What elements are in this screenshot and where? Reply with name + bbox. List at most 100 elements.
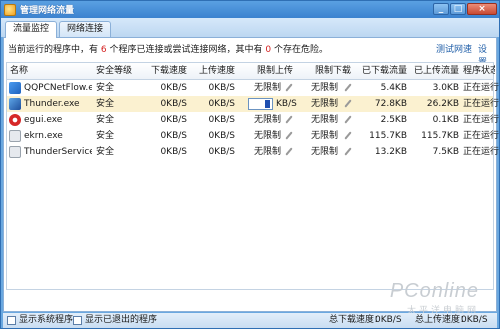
window-controls: _ □ × [433, 3, 497, 15]
table-row[interactable]: egui.exe 安全 0KB/S 0KB/S 无限制 无限制 2.5KB 0.… [7, 112, 499, 128]
edit-download-limit-icon[interactable] [344, 84, 352, 92]
limit-upload-value: 无限制 [253, 147, 281, 157]
uploaded-total: 7.5KB [432, 147, 459, 157]
col-header-downloaded[interactable]: 已下载流量 [355, 63, 407, 79]
limit-download-value: 无限制 [310, 83, 338, 93]
total-download-value: 0KB/S [375, 315, 402, 325]
process-name: ekrn.exe [24, 131, 63, 141]
program-status: 正在运行 [463, 99, 500, 109]
col-header-status[interactable]: 程序状态 [463, 63, 495, 79]
ekrn-icon [9, 130, 21, 142]
upload-limit-unit: KB/S [276, 99, 297, 109]
show-system-label[interactable]: 显示系统程序 [19, 313, 73, 328]
edit-download-limit-icon[interactable] [344, 100, 352, 108]
col-header-download-speed[interactable]: 下载速度 [143, 63, 187, 79]
text-caret [265, 100, 270, 108]
limit-download-value: 无限制 [310, 147, 338, 157]
table-row[interactable]: QQPCNetFlow.exe 安全 0KB/S 0KB/S 无限制 无限制 5… [7, 80, 499, 96]
uploaded-total: 115.7KB [421, 131, 459, 141]
show-exited-checkbox[interactable] [73, 316, 82, 325]
show-exited-label[interactable]: 显示已退出的程序 [85, 313, 157, 328]
process-table: 名称 安全等级 下载速度 上传速度 限制上传 限制下载 已下载流量 已上传流量 … [6, 62, 499, 316]
uploaded-total: 0.1KB [432, 115, 459, 125]
security-level: 安全 [96, 115, 115, 125]
uploaded-total: 26.2KB [426, 99, 459, 109]
col-header-limit-download[interactable]: 限制下载 [304, 63, 351, 79]
limit-download-value: 无限制 [310, 131, 338, 141]
watermark: PConline 太平洋电脑网 [390, 280, 479, 316]
program-status: 正在运行 [463, 115, 500, 125]
limit-upload-value: 无限制 [253, 115, 281, 125]
downloaded-total: 115.7KB [369, 131, 407, 141]
thunderservice-icon [9, 146, 21, 158]
info-bar: 当前运行的程序中，有 6 个程序已连接或尝试连接网络，其中有 0 个存在危险。 … [8, 42, 494, 68]
info-text-prefix: 当前运行的程序中，有 [8, 45, 99, 55]
table-row-selected[interactable]: Thunder.exe 安全 0KB/S 0KB/S KB/S 无限制 72.8… [7, 96, 499, 112]
downloaded-total: 13.2KB [374, 147, 407, 157]
maximize-button[interactable]: □ [450, 3, 466, 15]
col-header-name[interactable]: 名称 [10, 63, 90, 79]
security-level: 安全 [96, 147, 115, 157]
upload-speed: 0KB/S [208, 83, 235, 93]
app-window: 管理网络流量 _ □ × 流量监控 网络连接 当前运行的程序中，有 6 个程序已… [0, 0, 500, 329]
total-upload-value: 0KB/S [461, 315, 488, 325]
title-bar[interactable]: 管理网络流量 _ □ × [1, 1, 499, 18]
download-speed: 0KB/S [160, 147, 187, 157]
upload-limit-input[interactable] [248, 98, 273, 110]
security-level: 安全 [96, 83, 115, 93]
security-level: 安全 [96, 99, 115, 109]
main-panel: 当前运行的程序中，有 6 个程序已连接或尝试连接网络，其中有 0 个存在危险。 … [3, 37, 499, 316]
info-text-suffix: 个存在危险。 [274, 45, 329, 55]
process-name: ThunderService... [24, 147, 92, 157]
uploaded-total: 3.0KB [432, 83, 459, 93]
app-logo-icon [4, 3, 16, 16]
info-text-middle: 个程序已连接或尝试连接网络，其中有 [109, 45, 263, 55]
process-name: Thunder.exe [24, 99, 80, 109]
program-status: 正在运行 [463, 83, 500, 93]
limit-download-value: 无限制 [310, 115, 338, 125]
download-speed: 0KB/S [160, 115, 187, 125]
edit-upload-limit-icon[interactable] [285, 148, 293, 156]
col-header-upload-speed[interactable]: 上传速度 [191, 63, 235, 79]
danger-count: 0 [265, 45, 272, 55]
minimize-button[interactable]: _ [433, 3, 449, 15]
show-system-checkbox[interactable] [7, 316, 16, 325]
limit-download-value: 无限制 [310, 99, 338, 109]
program-status: 正在运行 [463, 147, 500, 157]
tab-traffic-monitor[interactable]: 流量监控 [5, 21, 58, 38]
security-level: 安全 [96, 131, 115, 141]
edit-download-limit-icon[interactable] [344, 132, 352, 140]
edit-upload-limit-icon[interactable] [285, 116, 293, 124]
window-title: 管理网络流量 [20, 6, 75, 16]
upload-speed: 0KB/S [208, 115, 235, 125]
tab-bar: 流量监控 网络连接 [1, 18, 499, 38]
limit-upload-value: 无限制 [253, 131, 281, 141]
col-header-uploaded[interactable]: 已上传流量 [409, 63, 459, 79]
upload-speed: 0KB/S [208, 147, 235, 157]
download-speed: 0KB/S [160, 83, 187, 93]
speed-test-link[interactable]: 测试网速 [436, 42, 472, 55]
downloaded-total: 5.4KB [380, 83, 407, 93]
edit-upload-limit-icon[interactable] [285, 84, 293, 92]
edit-download-limit-icon[interactable] [344, 116, 352, 124]
connecting-count: 6 [100, 45, 107, 55]
col-header-limit-upload[interactable]: 限制上传 [247, 63, 293, 79]
tab-network-connections[interactable]: 网络连接 [59, 21, 112, 37]
downloaded-total: 2.5KB [380, 115, 407, 125]
thunder-icon [9, 98, 21, 110]
edit-download-limit-icon[interactable] [344, 148, 352, 156]
table-row[interactable]: ekrn.exe 安全 0KB/S 0KB/S 无限制 无限制 115.7KB … [7, 128, 499, 144]
col-header-security[interactable]: 安全等级 [96, 63, 140, 79]
process-name: egui.exe [24, 115, 63, 125]
qqpcnetflow-icon [9, 82, 21, 94]
download-speed: 0KB/S [160, 99, 187, 109]
process-name: QQPCNetFlow.exe [24, 83, 92, 93]
downloaded-total: 72.8KB [374, 99, 407, 109]
close-button[interactable]: × [467, 3, 497, 15]
watermark-logo: PConline [389, 280, 479, 302]
limit-upload-value: 无限制 [253, 83, 281, 93]
upload-speed: 0KB/S [208, 99, 235, 109]
table-header: 名称 安全等级 下载速度 上传速度 限制上传 限制下载 已下载流量 已上传流量 … [7, 63, 495, 80]
table-row[interactable]: ThunderService... 安全 0KB/S 0KB/S 无限制 无限制… [7, 144, 499, 160]
edit-upload-limit-icon[interactable] [285, 132, 293, 140]
